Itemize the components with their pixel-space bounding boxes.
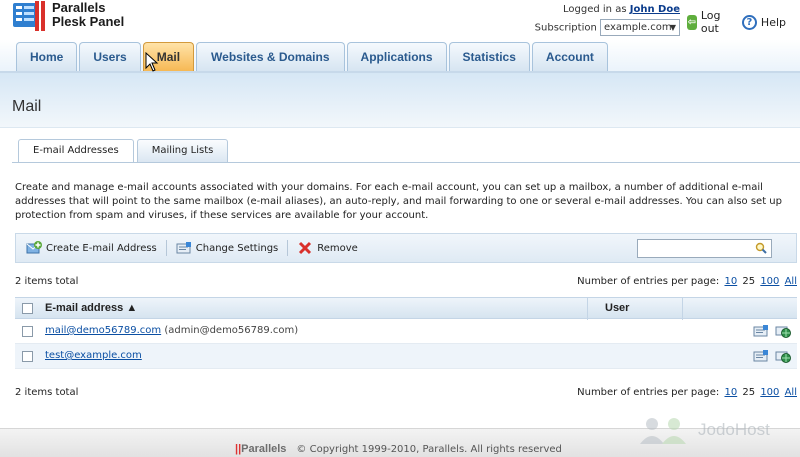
tab-account[interactable]: Account bbox=[531, 42, 608, 72]
list-info-bottom: 2 items total Number of entries per page… bbox=[15, 387, 797, 398]
email-link[interactable]: test@example.com bbox=[45, 350, 142, 361]
watermark-text: JodoHost bbox=[698, 420, 770, 439]
toolbar-separator bbox=[165, 240, 167, 256]
items-total: 2 items total bbox=[15, 387, 79, 398]
remove-icon bbox=[297, 241, 313, 255]
email-owner-note: (admin@demo56789.com) bbox=[164, 325, 299, 336]
per-page-all[interactable]: All bbox=[785, 387, 797, 398]
people-icon bbox=[640, 418, 686, 444]
tab-home[interactable]: Home bbox=[16, 42, 78, 72]
per-page-25: 25 bbox=[742, 276, 756, 287]
help-label: Help bbox=[760, 15, 786, 29]
logout-link[interactable]: ⇦ Log out bbox=[687, 9, 728, 35]
table-header: E-mail address ▲ User bbox=[15, 297, 797, 320]
user-info: Logged in as John Doe Subscription examp… bbox=[518, 1, 680, 38]
change-settings-label: Change Settings bbox=[195, 242, 279, 254]
select-all-checkbox[interactable] bbox=[22, 303, 33, 314]
title-band bbox=[0, 73, 800, 128]
create-mail-icon bbox=[26, 241, 42, 255]
row-checkbox[interactable] bbox=[22, 351, 33, 362]
subscription-value: example.com bbox=[604, 22, 672, 33]
per-page-100[interactable]: 100 bbox=[760, 276, 779, 287]
page-title: Mail bbox=[12, 98, 42, 115]
search-input[interactable] bbox=[637, 239, 772, 258]
mail-settings-icon[interactable] bbox=[753, 349, 769, 363]
per-page-10[interactable]: 10 bbox=[724, 387, 737, 398]
header: Parallels Plesk Panel Logged in as John … bbox=[0, 0, 800, 73]
items-total: 2 items total bbox=[15, 276, 79, 287]
plesk-logo-icon bbox=[12, 1, 46, 31]
brand-line-2: Plesk Panel bbox=[52, 14, 125, 29]
logout-label: Log out bbox=[700, 9, 721, 35]
column-divider bbox=[587, 298, 588, 320]
list-info-top: 2 items total Number of entries per page… bbox=[15, 276, 797, 287]
copyright-text: © Copyright 1999-2010, Parallels. All ri… bbox=[296, 443, 562, 455]
chevron-down-icon: ▼ bbox=[669, 23, 676, 32]
toolbar-separator bbox=[287, 240, 289, 256]
column-email-sort[interactable]: E-mail address ▲ bbox=[45, 302, 137, 314]
create-email-label: Create E-mail Address bbox=[46, 242, 157, 254]
user-name-link[interactable]: John Doe bbox=[630, 4, 680, 15]
toolbar: Create E-mail Address Change Settings Re… bbox=[15, 233, 797, 263]
subtab-mailing-lists[interactable]: Mailing Lists bbox=[136, 139, 229, 163]
jodohost-watermark: JodoHost bbox=[638, 416, 770, 444]
brand-line-1: Parallels bbox=[52, 0, 106, 15]
per-page-25: 25 bbox=[742, 387, 756, 398]
table-row: test@example.com bbox=[15, 344, 797, 369]
email-table: E-mail address ▲ User mail@demo56789.com… bbox=[15, 297, 797, 369]
tab-websites-domains[interactable]: Websites & Domains bbox=[196, 42, 345, 72]
per-page-100[interactable]: 100 bbox=[760, 387, 779, 398]
subscription-select[interactable]: example.com ▼ bbox=[600, 19, 680, 36]
mail-settings-icon[interactable] bbox=[753, 324, 769, 338]
row-checkbox[interactable] bbox=[22, 326, 33, 337]
settings-mail-icon bbox=[176, 241, 192, 255]
column-divider bbox=[682, 298, 683, 320]
search-icon[interactable] bbox=[755, 242, 767, 254]
subscription-label: Subscription bbox=[534, 22, 597, 34]
logout-icon: ⇦ bbox=[687, 14, 697, 30]
remove-label: Remove bbox=[317, 242, 358, 254]
top-links: ⇦ Log out ? Help bbox=[687, 9, 800, 35]
tab-applications[interactable]: Applications bbox=[346, 42, 447, 72]
mouse-cursor-icon bbox=[145, 52, 159, 72]
change-settings-button[interactable]: Change Settings bbox=[176, 241, 278, 255]
per-page-all[interactable]: All bbox=[785, 276, 797, 287]
main-nav: Home Users Mail Websites & Domains Appli… bbox=[16, 42, 610, 72]
tab-users[interactable]: Users bbox=[79, 42, 141, 72]
tab-statistics[interactable]: Statistics bbox=[448, 42, 530, 72]
subtabs-divider bbox=[12, 162, 800, 163]
per-page-label: Number of entries per page: bbox=[577, 387, 720, 398]
per-page-label: Number of entries per page: bbox=[577, 276, 720, 287]
create-email-button[interactable]: Create E-mail Address bbox=[26, 241, 157, 255]
table-row: mail@demo56789.com (admin@demo56789.com) bbox=[15, 319, 797, 344]
per-page-10[interactable]: 10 bbox=[724, 276, 737, 287]
page-description: Create and manage e-mail accounts associ… bbox=[15, 182, 782, 221]
webmail-icon[interactable] bbox=[775, 324, 791, 338]
help-link[interactable]: ? Help bbox=[741, 14, 786, 30]
subtabs: E-mail Addresses Mailing Lists bbox=[18, 139, 231, 163]
parallels-logo: ||Parallels bbox=[235, 443, 287, 455]
webmail-icon[interactable] bbox=[775, 349, 791, 363]
subtab-email-addresses[interactable]: E-mail Addresses bbox=[18, 139, 134, 163]
email-link[interactable]: mail@demo56789.com bbox=[45, 325, 161, 336]
remove-button[interactable]: Remove bbox=[297, 241, 358, 255]
column-user[interactable]: User bbox=[605, 302, 629, 314]
help-icon: ? bbox=[741, 14, 757, 30]
logged-in-label: Logged in as bbox=[563, 4, 627, 15]
plesk-logo[interactable]: Parallels Plesk Panel bbox=[12, 1, 124, 31]
